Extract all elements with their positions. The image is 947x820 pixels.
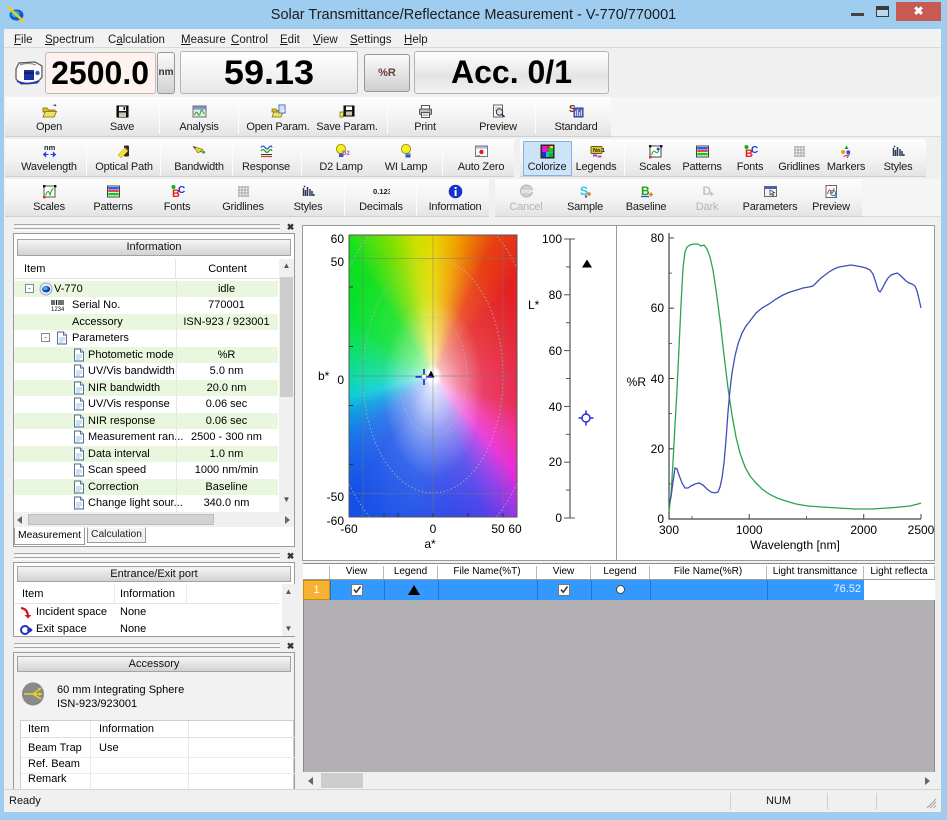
- svg-text:C: C: [751, 145, 758, 156]
- svg-text:50: 50: [331, 255, 345, 269]
- svg-text:300: 300: [659, 523, 679, 537]
- svg-text:80: 80: [651, 231, 665, 245]
- svg-text:60: 60: [331, 232, 345, 246]
- svg-text:0: 0: [555, 511, 562, 525]
- svg-text:0.123: 0.123: [373, 187, 390, 196]
- svg-text:1000: 1000: [736, 523, 763, 537]
- svg-text:nm: nm: [44, 143, 56, 152]
- svg-text:No.1: No.1: [593, 148, 605, 154]
- svg-text:80: 80: [549, 288, 563, 302]
- svg-text:D2: D2: [342, 151, 350, 157]
- svg-text:0: 0: [337, 373, 344, 387]
- svg-text:20: 20: [651, 442, 665, 456]
- svg-text:-60: -60: [340, 522, 358, 536]
- svg-text:2500: 2500: [908, 523, 935, 537]
- svg-text:C: C: [178, 185, 185, 196]
- svg-text:-50: -50: [327, 490, 345, 504]
- svg-text:60: 60: [508, 522, 522, 536]
- svg-text:a*: a*: [424, 537, 436, 551]
- svg-text:40: 40: [651, 372, 665, 386]
- svg-text:Wavelength [nm]: Wavelength [nm]: [750, 538, 840, 552]
- svg-text:1234: 1234: [51, 307, 65, 312]
- svg-text:60: 60: [651, 301, 665, 315]
- svg-text:0: 0: [430, 522, 437, 536]
- svg-text:40: 40: [549, 400, 563, 414]
- svg-text:50: 50: [491, 522, 505, 536]
- svg-text:2000: 2000: [850, 523, 877, 537]
- svg-text:b*: b*: [318, 369, 330, 383]
- svg-text:20: 20: [549, 455, 563, 469]
- svg-text:60: 60: [549, 344, 563, 358]
- svg-text:D: D: [702, 184, 711, 198]
- svg-text:STOP: STOP: [521, 189, 533, 194]
- svg-text:L*: L*: [528, 298, 540, 312]
- svg-text:%R: %R: [627, 375, 647, 389]
- svg-text:100: 100: [542, 232, 562, 246]
